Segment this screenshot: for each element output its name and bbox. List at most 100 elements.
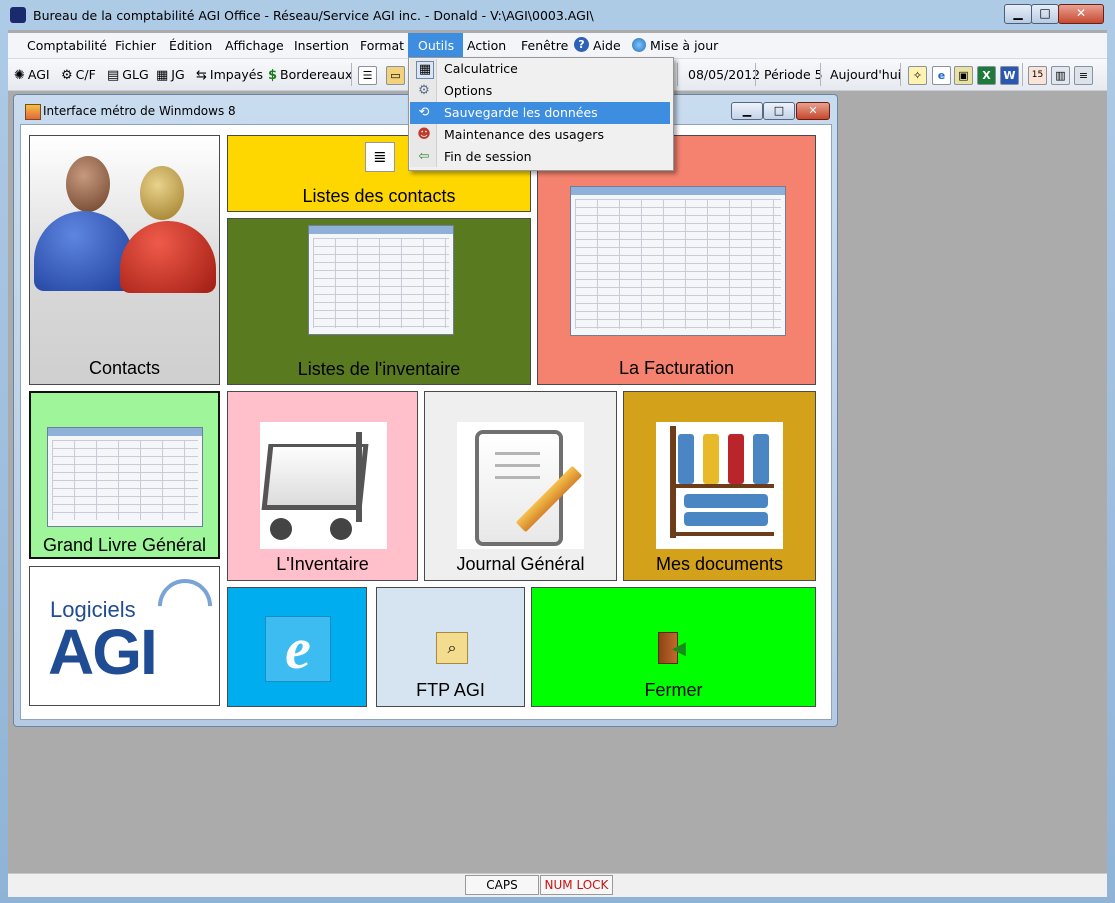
person-body-icon bbox=[120, 221, 216, 293]
tile-documents[interactable]: Mes documents bbox=[623, 391, 816, 581]
toolbar-glg-button[interactable]: ▤ GLG bbox=[107, 59, 149, 90]
window-title: Bureau de la comptabilité AGI Office - R… bbox=[33, 8, 594, 23]
new-document-icon[interactable]: ☰ bbox=[358, 66, 377, 85]
toolbar-date[interactable]: 08/05/2012 bbox=[688, 59, 760, 90]
tile-fermer[interactable]: ◀ Fermer bbox=[531, 587, 816, 707]
metro-close-button[interactable]: ✕ bbox=[796, 102, 830, 120]
menu-affichage[interactable]: Affichage bbox=[218, 33, 291, 58]
users-icon: ☻ bbox=[417, 127, 431, 142]
minimize-button[interactable]: ▁ bbox=[1004, 4, 1032, 24]
logout-icon: ⇦ bbox=[418, 149, 430, 164]
menu-fichier[interactable]: Fichier bbox=[108, 33, 163, 58]
tile-inventaire[interactable]: L'Inventaire bbox=[227, 391, 418, 581]
ledger-icon: ▤ bbox=[107, 68, 120, 83]
unpaid-icon: ⇆ bbox=[196, 68, 207, 83]
inventory-list-thumbnail bbox=[308, 225, 454, 335]
internet-explorer-icon: e bbox=[265, 616, 331, 682]
journal-icon: ▦ bbox=[156, 68, 169, 83]
menu-item-maintenance-usagers[interactable]: ☻ Maintenance des usagers bbox=[410, 124, 670, 146]
contact-list-icon: ≣ bbox=[365, 142, 395, 172]
ledger-thumbnail bbox=[47, 427, 203, 527]
open-folder-icon[interactable]: ▭ bbox=[386, 66, 405, 85]
tile-listes-inventaire[interactable]: Listes de l'inventaire bbox=[227, 218, 531, 385]
toolbar-separator bbox=[900, 63, 901, 86]
tile-grand-livre[interactable]: Grand Livre Général bbox=[29, 391, 220, 559]
tile-fermer-label: Fermer bbox=[644, 680, 703, 700]
calendar-icon[interactable]: 15 bbox=[1028, 66, 1047, 85]
options-icon: ⚙ bbox=[418, 83, 430, 98]
menu-edition[interactable]: Édition bbox=[162, 33, 219, 58]
app-icon[interactable] bbox=[10, 7, 26, 23]
customer-icon: ⚙ bbox=[61, 68, 73, 83]
tile-facturation-label: La Facturation bbox=[618, 358, 735, 378]
toolbar-separator bbox=[1022, 63, 1023, 86]
internet-explorer-icon[interactable]: e bbox=[932, 66, 951, 85]
person-body-icon bbox=[34, 211, 134, 291]
tile-facturation[interactable]: La Facturation bbox=[537, 135, 816, 385]
exit-arrow-icon: ◀ bbox=[672, 638, 686, 659]
tile-ftp-label: FTP AGI bbox=[416, 680, 485, 700]
person-head-icon bbox=[140, 166, 184, 220]
toolbar-separator bbox=[755, 63, 756, 86]
tile-documents-label: Mes documents bbox=[655, 554, 784, 574]
star-icon[interactable]: ✧ bbox=[908, 66, 927, 85]
toolbar-aujourdhui[interactable]: Aujourd'hui bbox=[830, 59, 901, 90]
menu-insertion[interactable]: Insertion bbox=[287, 33, 356, 58]
toolbar-impayes-button[interactable]: ⇆ Impayés bbox=[196, 59, 263, 90]
invoice-thumbnail bbox=[570, 186, 786, 336]
person-head-icon bbox=[66, 156, 110, 212]
tile-grand-livre-label: Grand Livre Général bbox=[42, 535, 207, 555]
folder-search-icon: ⌕ bbox=[436, 632, 468, 664]
shopping-cart-icon bbox=[260, 422, 387, 549]
list-view-icon[interactable]: ≡ bbox=[1074, 66, 1093, 85]
toolbar-agi-button[interactable]: ✺ AGI bbox=[14, 59, 50, 90]
wifi-signal-icon bbox=[146, 567, 219, 645]
menu-format[interactable]: Format bbox=[353, 33, 411, 58]
toolbar-separator bbox=[820, 63, 821, 86]
toolbar-bordereaux-button[interactable]: $ Bordereaux bbox=[268, 59, 352, 90]
toolbar-separator bbox=[351, 63, 352, 86]
window-icon bbox=[25, 104, 41, 120]
toolbar-separator bbox=[677, 63, 678, 86]
toolbar-jg-button[interactable]: ▦ JG bbox=[156, 59, 185, 90]
maximize-button[interactable]: □ bbox=[1031, 4, 1059, 24]
tile-contacts-label: Contacts bbox=[88, 358, 161, 378]
tile-agi-logo[interactable]: Logiciels AGI bbox=[29, 566, 220, 706]
agi-icon: ✺ bbox=[14, 68, 25, 83]
toolbar-cf-button[interactable]: ⚙ C/F bbox=[61, 59, 96, 90]
calculator-icon: ▦ bbox=[416, 61, 434, 79]
menu-item-sauvegarde[interactable]: ⟲ Sauvegarde les données comptables bbox=[410, 102, 670, 142]
notes-icon[interactable]: ▣ bbox=[954, 66, 973, 85]
close-button[interactable]: ✕ bbox=[1058, 4, 1104, 24]
menu-action[interactable]: Action bbox=[460, 33, 513, 58]
menu-aide[interactable]: Aide bbox=[586, 33, 628, 58]
tile-journal[interactable]: Journal Général bbox=[424, 391, 617, 581]
report-icon[interactable]: ▥ bbox=[1051, 66, 1070, 85]
tile-inventaire-label: L'Inventaire bbox=[276, 554, 369, 574]
word-icon[interactable]: W bbox=[1000, 66, 1019, 85]
menu-item-calculatrice[interactable]: ▦ Calculatrice bbox=[410, 58, 670, 80]
metro-maximize-button[interactable]: □ bbox=[763, 102, 795, 120]
menu-item-options[interactable]: ⚙ Options bbox=[410, 80, 670, 102]
backup-icon: ⟲ bbox=[418, 105, 430, 120]
metro-minimize-button[interactable]: ▁ bbox=[731, 102, 763, 120]
menu-fenetre[interactable]: Fenêtre bbox=[514, 33, 575, 58]
toolbar-periode[interactable]: Période 5 bbox=[764, 59, 823, 90]
logo-text-agi: AGI bbox=[48, 616, 158, 688]
menu-mise-a-jour[interactable]: Mise à jour bbox=[643, 33, 725, 58]
tile-ftp[interactable]: ⌕ FTP AGI bbox=[376, 587, 525, 707]
journal-pencil-icon bbox=[457, 422, 584, 549]
bookshelf-icon bbox=[656, 422, 783, 549]
tile-listes-inventaire-label: Listes de l'inventaire bbox=[297, 359, 461, 379]
caps-indicator: CAPS bbox=[465, 875, 539, 895]
menu-comptabilite[interactable]: Comptabilité bbox=[20, 33, 114, 58]
tile-listes-contacts-label: Listes des contacts bbox=[302, 186, 456, 206]
metro-window-title: Interface métro de Winmdows 8 bbox=[43, 104, 236, 118]
tile-journal-label: Journal Général bbox=[456, 554, 585, 574]
tile-internet-explorer[interactable]: e bbox=[227, 587, 367, 707]
tile-contacts[interactable]: Contacts bbox=[29, 135, 220, 385]
menu-outils[interactable]: Outils bbox=[408, 33, 463, 58]
menu-item-fin-de-session[interactable]: ⇦ Fin de session bbox=[410, 146, 670, 168]
numlock-indicator: NUM LOCK bbox=[540, 875, 613, 895]
excel-icon[interactable]: X bbox=[977, 66, 996, 85]
